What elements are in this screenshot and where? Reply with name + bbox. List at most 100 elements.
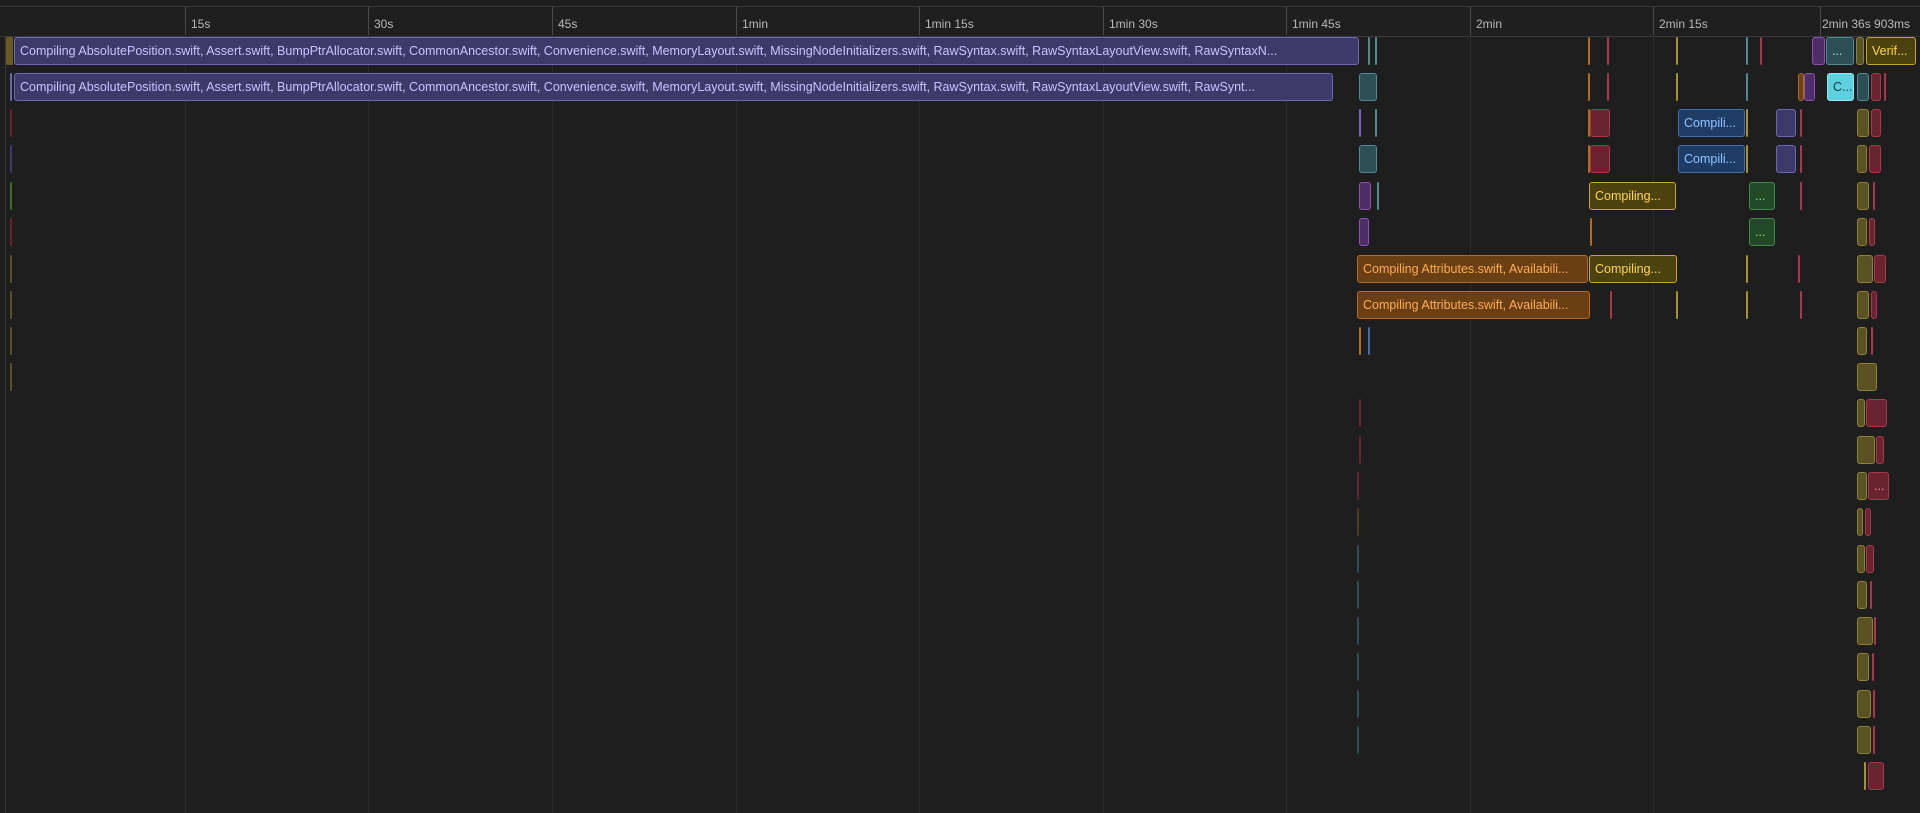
task-sliver[interactable] <box>10 255 12 283</box>
task-bar-verify[interactable]: Verif... <box>1866 37 1916 65</box>
task-sliver[interactable] <box>1800 145 1802 173</box>
task-bar[interactable] <box>1857 327 1867 355</box>
task-bar[interactable] <box>1590 109 1610 137</box>
task-bar[interactable] <box>1857 508 1863 536</box>
task-sliver[interactable] <box>1359 436 1361 464</box>
task-bar[interactable] <box>1868 762 1884 790</box>
task-sliver[interactable] <box>1676 73 1678 101</box>
task-bar-compiling[interactable]: Compiling... <box>1589 182 1676 210</box>
task-sliver[interactable] <box>1359 399 1361 427</box>
task-sliver[interactable] <box>10 109 12 137</box>
task-bar[interactable] <box>1857 726 1871 754</box>
task-bar[interactable] <box>1857 145 1867 173</box>
task-bar[interactable] <box>1869 145 1881 173</box>
task-sliver[interactable] <box>1676 37 1678 65</box>
task-sliver[interactable] <box>1760 37 1762 65</box>
task-bar[interactable] <box>1871 73 1881 101</box>
task-sliver[interactable] <box>1357 581 1359 609</box>
task-sliver[interactable] <box>1377 182 1379 210</box>
task-sliver[interactable] <box>1375 109 1377 137</box>
task-sliver[interactable] <box>1864 762 1866 790</box>
task-sliver[interactable] <box>1870 581 1872 609</box>
task-sliver[interactable] <box>1746 291 1748 319</box>
task-sliver[interactable] <box>1368 327 1370 355</box>
task-bar[interactable] <box>1856 37 1864 65</box>
task-bar[interactable] <box>1871 291 1877 319</box>
task-bar[interactable] <box>1776 145 1796 173</box>
task-sliver[interactable] <box>1798 255 1800 283</box>
task-sliver[interactable] <box>10 327 12 355</box>
task-bar-compile-attributes[interactable]: Compiling Attributes.swift, Availabili..… <box>1357 255 1588 283</box>
task-sliver[interactable] <box>10 145 12 173</box>
task-sliver[interactable] <box>1873 182 1875 210</box>
task-sliver[interactable] <box>1800 291 1802 319</box>
task-sliver[interactable] <box>1884 73 1886 101</box>
task-sliver[interactable] <box>1357 726 1359 754</box>
task-sliver[interactable] <box>1357 617 1359 645</box>
task-bar[interactable] <box>1857 545 1865 573</box>
task-bar-compiling[interactable]: Compiling... <box>1589 255 1677 283</box>
task-bar[interactable] <box>1812 37 1825 65</box>
task-bar[interactable] <box>1874 255 1886 283</box>
task-sliver[interactable] <box>1375 37 1377 65</box>
task-bar-compiling[interactable]: Compili... <box>1678 109 1745 137</box>
task-bar[interactable] <box>1857 436 1875 464</box>
task-bar[interactable] <box>1866 399 1887 427</box>
task-sliver[interactable] <box>1359 327 1361 355</box>
task-bar[interactable] <box>1865 508 1871 536</box>
task-sliver[interactable] <box>1590 218 1592 246</box>
task-sliver[interactable] <box>1357 508 1359 536</box>
task-bar-ellipsis[interactable]: ... <box>1826 37 1854 65</box>
task-bar[interactable] <box>1866 545 1874 573</box>
task-bar[interactable] <box>1857 182 1869 210</box>
task-bar[interactable] <box>1857 255 1873 283</box>
task-sliver[interactable] <box>1607 37 1609 65</box>
task-bar[interactable] <box>1804 73 1815 101</box>
build-timeline[interactable]: 15s 30s 45s 1min 1min 15s 1min 30s 1min … <box>0 0 1920 813</box>
task-bar[interactable] <box>1359 218 1369 246</box>
task-sliver[interactable] <box>10 218 12 246</box>
task-bar[interactable] <box>1776 109 1796 137</box>
task-bar-compiling[interactable]: Compili... <box>1678 145 1745 173</box>
task-bar[interactable] <box>1857 363 1877 391</box>
task-sliver[interactable] <box>1746 73 1748 101</box>
task-sliver[interactable] <box>1746 37 1748 65</box>
task-sliver[interactable] <box>1588 73 1590 101</box>
task-sliver[interactable] <box>1871 327 1873 355</box>
task-sliver[interactable] <box>1357 472 1359 500</box>
task-sliver[interactable] <box>1610 291 1612 319</box>
task-sliver[interactable] <box>1873 726 1875 754</box>
task-sliver[interactable] <box>1357 653 1359 681</box>
task-sliver[interactable] <box>1746 109 1748 137</box>
task-bar-compile-swiftsyntax[interactable]: Compiling AbsolutePosition.swift, Assert… <box>14 73 1333 101</box>
task-bar[interactable] <box>1876 436 1884 464</box>
task-bar[interactable] <box>1857 73 1869 101</box>
task-sliver[interactable] <box>1588 37 1590 65</box>
task-sliver[interactable] <box>1368 37 1370 65</box>
task-sliver[interactable] <box>1873 690 1875 718</box>
task-bar[interactable] <box>1359 145 1377 173</box>
task-bar[interactable] <box>1359 73 1377 101</box>
task-bar[interactable] <box>1869 218 1875 246</box>
task-sliver[interactable] <box>6 37 13 65</box>
task-bar[interactable] <box>1857 109 1869 137</box>
task-bar[interactable] <box>1857 653 1869 681</box>
task-bar[interactable] <box>1359 182 1371 210</box>
task-sliver[interactable] <box>1872 653 1874 681</box>
task-sliver[interactable] <box>1359 109 1361 137</box>
task-sliver[interactable] <box>1357 545 1359 573</box>
task-bar-ellipsis[interactable]: ... <box>1868 472 1889 500</box>
task-bar[interactable] <box>1590 145 1610 173</box>
task-sliver[interactable] <box>1607 73 1609 101</box>
task-bar[interactable] <box>1857 617 1873 645</box>
task-sliver[interactable] <box>1676 291 1678 319</box>
task-sliver[interactable] <box>10 291 12 319</box>
task-bar-ellipsis[interactable]: ... <box>1749 182 1775 210</box>
task-bar-ellipsis[interactable]: ... <box>1749 218 1775 246</box>
task-bar[interactable] <box>1871 109 1881 137</box>
task-bar-c[interactable]: C... <box>1827 73 1854 101</box>
task-bar[interactable] <box>1857 581 1867 609</box>
task-sliver[interactable] <box>10 363 12 391</box>
task-bar-compile-swiftsyntax[interactable]: Compiling AbsolutePosition.swift, Assert… <box>14 37 1359 65</box>
task-bar[interactable] <box>1857 218 1867 246</box>
